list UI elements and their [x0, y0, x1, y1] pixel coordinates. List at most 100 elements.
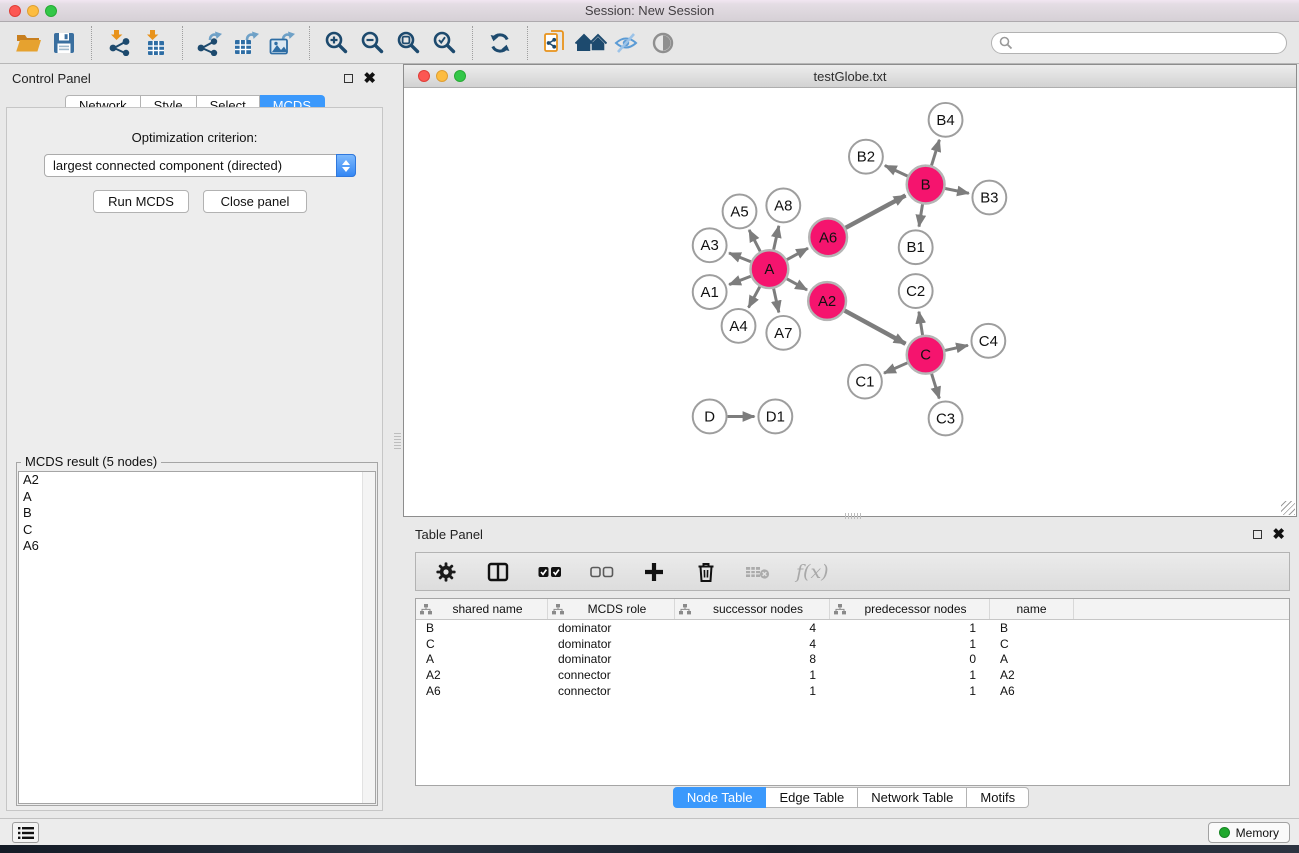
graph-edge-C-C1[interactable] — [884, 363, 907, 373]
result-scrollbar[interactable] — [362, 472, 375, 803]
graph-edge-A-A5[interactable] — [749, 230, 760, 251]
graph-edge-B-B3[interactable] — [945, 189, 969, 194]
tab-edge-table[interactable]: Edge Table — [766, 787, 858, 808]
graph-edge-B-B2[interactable] — [885, 166, 908, 177]
memory-status-icon — [1219, 827, 1230, 838]
delete-column-button[interactable] — [692, 558, 720, 586]
table-panel-title: Table Panel — [415, 527, 483, 542]
result-item[interactable]: A6 — [19, 538, 375, 555]
table-row[interactable]: B dominator 4 1 B — [416, 620, 1289, 636]
optimization-criterion-select[interactable]: largest connected component (directed) — [44, 154, 356, 177]
zoom-fit-button[interactable] — [391, 26, 427, 60]
hide-graphics-details-button[interactable] — [609, 26, 645, 60]
graph-edge-A-A8[interactable] — [774, 226, 779, 250]
result-item[interactable]: C — [19, 522, 375, 539]
table-settings-button[interactable] — [432, 558, 460, 586]
column-header-predecessor-nodes[interactable]: predecessor nodes — [830, 599, 990, 619]
dropdown-stepper-icon — [336, 154, 356, 177]
graph-edge-C-C2[interactable] — [919, 312, 923, 335]
toolbar-separator — [472, 26, 473, 60]
table-row[interactable]: A6 connector 1 1 A6 — [416, 683, 1289, 699]
close-table-panel-icon[interactable]: ✖ — [1272, 530, 1285, 539]
vertical-splitter-grip[interactable] — [394, 433, 401, 449]
network-graph[interactable]: AA1A2A3A4A5A6A7A8BB1B2B3B4CC1C2C3C4DD1 — [404, 89, 1296, 516]
gear-icon — [434, 560, 458, 584]
window-resize-grip[interactable] — [1281, 501, 1295, 515]
graph-edge-C-C4[interactable] — [945, 345, 968, 350]
table-row[interactable]: A dominator 8 0 A — [416, 652, 1289, 668]
graph-node-label-A: A — [764, 261, 774, 278]
result-item[interactable]: B — [19, 505, 375, 522]
show-columns-button[interactable] — [484, 558, 512, 586]
graph-edge-A-A2[interactable] — [787, 279, 807, 290]
graph-node-label-D1: D1 — [766, 408, 785, 425]
eye-slash-icon — [613, 31, 641, 55]
graph-edge-A-A6[interactable] — [787, 248, 808, 259]
graph-node-label-C1: C1 — [855, 374, 874, 391]
open-session-button[interactable] — [10, 26, 46, 60]
column-header-successor-nodes[interactable]: successor nodes — [675, 599, 830, 619]
zoom-fit-icon — [396, 30, 422, 56]
result-item[interactable]: A2 — [19, 472, 375, 489]
export-table-button[interactable] — [228, 26, 264, 60]
graph-node-label-C3: C3 — [936, 410, 955, 427]
tab-node-table[interactable]: Node Table — [673, 787, 767, 808]
graph-node-label-A4: A4 — [729, 318, 747, 335]
mcds-result-box: MCDS result (5 nodes) A2 A B C A6 — [16, 462, 378, 806]
column-header-shared-name[interactable]: shared name — [416, 599, 548, 619]
zoom-in-icon — [324, 30, 350, 56]
zoom-in-button[interactable] — [319, 26, 355, 60]
graph-edge-B-B4[interactable] — [932, 140, 940, 166]
node-table[interactable]: shared name MCDS role successor nodes — [415, 598, 1290, 786]
graph-edge-A6-B[interactable] — [846, 195, 906, 227]
run-mcds-button[interactable]: Run MCDS — [93, 190, 189, 213]
graph-edge-C-C3[interactable] — [932, 374, 940, 399]
import-network-button[interactable] — [101, 26, 137, 60]
search-field[interactable] — [991, 32, 1287, 54]
network-canvas[interactable]: AA1A2A3A4A5A6A7A8BB1B2B3B4CC1C2C3C4DD1 — [404, 89, 1296, 516]
tab-network-table[interactable]: Network Table — [858, 787, 967, 808]
graph-edge-A-A3[interactable] — [729, 253, 751, 262]
column-header-name[interactable]: name — [990, 599, 1074, 619]
deselect-all-button[interactable] — [588, 558, 616, 586]
select-all-button[interactable] — [536, 558, 564, 586]
zoom-selected-button[interactable] — [427, 26, 463, 60]
table-row[interactable]: A2 connector 1 1 A2 — [416, 667, 1289, 683]
graph-edge-A-A7[interactable] — [774, 289, 779, 313]
refresh-view-button[interactable] — [482, 26, 518, 60]
memory-button[interactable]: Memory — [1208, 822, 1290, 843]
export-network-button[interactable] — [192, 26, 228, 60]
float-table-panel-icon[interactable] — [1253, 530, 1262, 539]
column-header-mcds-role[interactable]: MCDS role — [548, 599, 675, 619]
add-column-button[interactable] — [640, 558, 668, 586]
show-graphics-details-button[interactable] — [645, 26, 681, 60]
float-panel-icon[interactable] — [344, 74, 353, 83]
table-panel-header: Table Panel ✖ — [403, 520, 1299, 548]
export-network-icon — [196, 30, 224, 56]
mcds-result-title: MCDS result (5 nodes) — [21, 454, 161, 469]
table-row[interactable]: C dominator 4 1 C — [416, 636, 1289, 652]
zoom-selected-icon — [432, 30, 458, 56]
result-item[interactable]: A — [19, 489, 375, 506]
graph-edge-A-A1[interactable] — [729, 276, 751, 284]
horizontal-splitter-grip[interactable] — [845, 513, 861, 519]
mcds-result-list[interactable]: A2 A B C A6 — [18, 471, 376, 804]
zoom-out-button[interactable] — [355, 26, 391, 60]
home-views-button[interactable] — [573, 26, 609, 60]
search-input[interactable] — [1013, 36, 1279, 50]
graph-edge-A-A4[interactable] — [749, 287, 760, 308]
delete-table-button-disabled — [744, 558, 772, 586]
graph-node-label-B4: B4 — [936, 112, 954, 129]
save-session-button[interactable] — [46, 26, 82, 60]
close-panel-button[interactable]: Close panel — [203, 190, 307, 213]
share-document-button[interactable] — [537, 26, 573, 60]
close-panel-icon[interactable]: ✖ — [363, 74, 376, 83]
export-image-button[interactable] — [264, 26, 300, 60]
task-history-button[interactable] — [12, 822, 39, 843]
tab-motifs[interactable]: Motifs — [967, 787, 1029, 808]
graph-edge-A2-C[interactable] — [845, 311, 906, 344]
graph-node-label-C: C — [920, 347, 931, 364]
import-table-button[interactable] — [137, 26, 173, 60]
graph-edge-B-B1[interactable] — [919, 204, 923, 226]
table-header-row: shared name MCDS role successor nodes — [416, 599, 1289, 620]
